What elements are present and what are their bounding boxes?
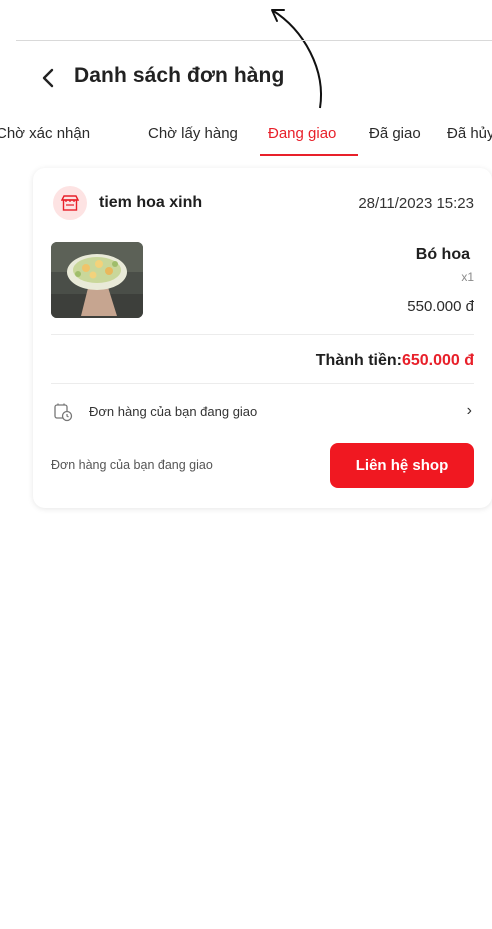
shop-name[interactable]: tiem hoa xinh [99, 194, 202, 212]
delivery-status-row[interactable]: Đơn hàng của bạn đang giao › [51, 400, 474, 424]
delivery-status-icon [54, 403, 73, 422]
tab-da-huy[interactable]: Đã hủy [447, 125, 492, 142]
product-price: 550.000 đ [407, 298, 474, 315]
tab-dang-giao[interactable]: Đang giao [268, 125, 336, 142]
bouquet-photo [51, 242, 143, 318]
product-quantity: x1 [461, 270, 474, 284]
order-status-tabs: Chờ xác nhận Chờ lấy hàng Đang giao Đã g… [0, 116, 492, 158]
order-note: Đơn hàng của bạn đang giao [51, 458, 213, 472]
tab-cho-lay-hang[interactable]: Chờ lấy hàng [148, 125, 238, 142]
store-icon [61, 195, 79, 211]
app-header: Danh sách đơn hàng [0, 55, 492, 99]
product-name: Bó hoa [415, 246, 470, 263]
chevron-left-icon [42, 68, 54, 88]
product-image[interactable] [51, 242, 143, 318]
shop-avatar [53, 186, 87, 220]
delivery-status-text: Đơn hàng của bạn đang giao [89, 404, 258, 419]
chevron-right-icon: › [466, 402, 472, 419]
total-label: Thành tiền: [315, 352, 402, 369]
active-tab-indicator [260, 154, 358, 156]
page-title: Danh sách đơn hàng [74, 64, 285, 87]
top-divider [16, 40, 492, 41]
shop-header: tiem hoa xinh 28/11/2023 15:23 [53, 186, 474, 220]
card-divider [51, 383, 474, 384]
order-date: 28/11/2023 15:23 [358, 195, 474, 212]
tab-cho-xac-nhan[interactable]: Chờ xác nhận [0, 125, 90, 142]
contact-shop-button[interactable]: Liên hệ shop [330, 443, 474, 488]
card-divider [51, 334, 474, 335]
tab-da-giao[interactable]: Đã giao [369, 125, 421, 142]
back-button[interactable] [38, 67, 58, 89]
total-value: 650.000 đ [401, 352, 474, 369]
order-card[interactable]: tiem hoa xinh 28/11/2023 15:23 Bó hoa x1… [33, 168, 492, 508]
